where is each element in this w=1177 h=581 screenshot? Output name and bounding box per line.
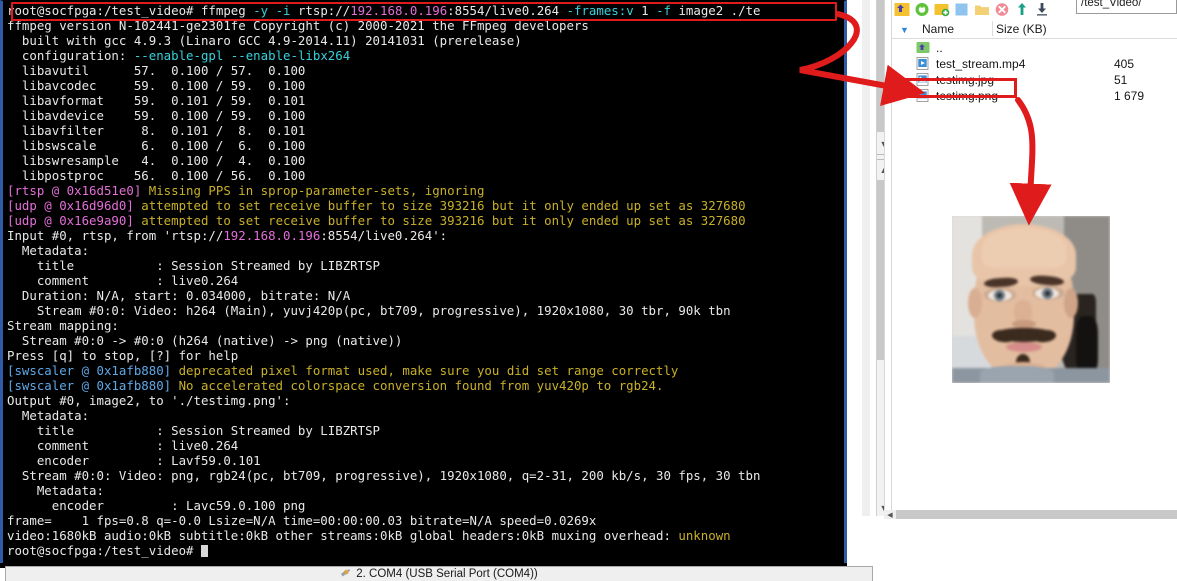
file-list-header: ▼ Name Size (KB) <box>892 19 1177 39</box>
file-size: 51 <box>1114 73 1128 87</box>
terminal-line: Metadata: <box>7 243 90 258</box>
terminal-line: libavdevice 59. 0.100 / 59. 0.100 <box>7 108 306 123</box>
terminal-line: Stream #0:0: Video: png, rgb24(pc, bt709… <box>7 468 761 483</box>
sort-descending-icon[interactable]: ▼ <box>900 25 909 35</box>
file-name: testimg.png <box>936 89 999 103</box>
terminal-line: encoder : Lavc59.0.100 png <box>7 498 306 513</box>
terminal-output[interactable]: root@socfpga:/test_video# ffmpeg -y -i r… <box>7 1 840 564</box>
terminal-line: Press [q] to stop, [?] for help <box>7 348 239 363</box>
file-name: test_stream.mp4 <box>936 57 1026 71</box>
terminal-line: frame= 1 fps=0.8 q=-0.0 Lsize=N/A time=0… <box>7 513 597 528</box>
status-bar-text: 2. COM4 (USB Serial Port (COM4)) <box>356 568 538 580</box>
download-icon[interactable] <box>1032 0 1052 18</box>
terminal-line: libpostproc 56. 0.100 / 56. 0.100 <box>7 168 306 183</box>
file-panel-vertical-scrollbar[interactable] <box>884 0 892 518</box>
path-input[interactable]: /test_Video/ <box>1076 0 1177 14</box>
terminal-line: title : Session Streamed by LIBZRTSP <box>7 258 380 273</box>
new-file-icon[interactable] <box>952 0 972 18</box>
terminal-cursor <box>200 545 208 557</box>
terminal-line: ffmpeg version N-102441-ge2301fe Copyrig… <box>7 18 589 33</box>
file-explorer-toolbar: /test_Video/ <box>892 0 1177 18</box>
terminal-line: libavformat 59. 0.101 / 59. 0.101 <box>7 93 306 108</box>
file-size: 1 679 <box>1114 89 1145 103</box>
column-header-name[interactable]: Name <box>922 22 954 36</box>
terminal-line: comment : live0.264 <box>7 273 239 288</box>
terminal-line: libswscale 6. 0.100 / 6. 0.100 <box>7 138 306 153</box>
list-item[interactable]: testimg.png 1 679 <box>892 88 1177 104</box>
new-folder-icon[interactable] <box>932 0 952 18</box>
list-item[interactable]: .. <box>892 40 1177 56</box>
column-divider[interactable] <box>992 21 993 36</box>
image-file-icon <box>916 89 930 103</box>
terminal-line: [swscaler @ 0x1afb880] No accelerated co… <box>7 378 664 393</box>
upload-icon[interactable] <box>1012 0 1032 18</box>
terminal-line: comment : live0.264 <box>7 438 239 453</box>
terminal-line: [rtsp @ 0x16d51e0] Missing PPS in sprop-… <box>7 183 485 198</box>
serial-plug-icon <box>340 567 351 581</box>
terminal-line: Stream mapping: <box>7 318 119 333</box>
image-file-icon <box>916 73 930 87</box>
image-preview <box>952 216 1110 383</box>
parent-directory-icon[interactable] <box>892 0 912 18</box>
column-header-size[interactable]: Size (KB) <box>996 22 1047 36</box>
terminal-line: libavcodec 59. 0.100 / 59. 0.100 <box>7 78 306 93</box>
terminal-line: Input #0, rtsp, from 'rtsp://192.168.0.1… <box>7 228 448 243</box>
terminal-scroll-gutter <box>862 0 870 516</box>
refresh-icon[interactable] <box>912 0 932 18</box>
terminal-line: Stream #0:0 -> #0:0 (h264 (native) -> pn… <box>7 333 403 348</box>
chevron-left-icon[interactable]: ◀ <box>884 510 896 519</box>
terminal-line: [udp @ 0x16d96d0] attempted to set recei… <box>7 198 746 213</box>
terminal-line: [swscaler @ 0x1afb880] deprecated pixel … <box>7 363 679 378</box>
file-size: 405 <box>1114 57 1135 71</box>
terminal-line: configuration: --enable-gpl --enable-lib… <box>7 48 351 63</box>
list-item[interactable]: testimg.jpg 51 <box>892 72 1177 88</box>
video-file-icon <box>916 57 930 71</box>
terminal-line: video:1680kB audio:0kB subtitle:0kB othe… <box>7 528 731 543</box>
terminal-line: Stream #0:0: Video: h264 (Main), yuvj420… <box>7 303 731 318</box>
status-bar: 2. COM4 (USB Serial Port (COM4)) <box>5 566 873 581</box>
terminal-line: libavutil 57. 0.100 / 57. 0.100 <box>7 63 306 78</box>
folder-icon[interactable] <box>972 0 992 18</box>
terminal-line: root@socfpga:/test_video# <box>7 543 840 558</box>
file-list: .. test_stream.mp4 405 testimg.jpg 51 te… <box>892 40 1177 104</box>
terminal-line: encoder : Lavf59.0.101 <box>7 453 261 468</box>
terminal-line: Metadata: <box>7 483 104 498</box>
file-panel-horizontal-scrollbar[interactable]: ◀ <box>884 510 1177 519</box>
terminal-line: [udp @ 0x16e9a90] attempted to set recei… <box>7 213 746 228</box>
terminal-line: Metadata: <box>7 408 90 423</box>
terminal-line: libswresample 4. 0.100 / 4. 0.100 <box>7 153 306 168</box>
terminal-command-line: root@socfpga:/test_video# ffmpeg -y -i r… <box>7 3 761 18</box>
file-name: testimg.jpg <box>936 73 995 87</box>
terminal-line: built with gcc 4.9.3 (Linaro GCC 4.9-201… <box>7 33 522 48</box>
terminal-window[interactable]: root@socfpga:/test_video# ffmpeg -y -i r… <box>0 0 847 564</box>
list-item[interactable]: test_stream.mp4 405 <box>892 56 1177 72</box>
terminal-line: title : Session Streamed by LIBZRTSP <box>7 423 380 438</box>
delete-icon[interactable] <box>992 0 1012 18</box>
parent-folder-icon <box>916 41 930 55</box>
terminal-line: Output #0, image2, to './testimg.png': <box>7 393 291 408</box>
file-name: .. <box>936 41 943 55</box>
terminal-line: Duration: N/A, start: 0.034000, bitrate:… <box>7 288 351 303</box>
terminal-line: libavfilter 8. 0.101 / 8. 0.101 <box>7 123 306 138</box>
